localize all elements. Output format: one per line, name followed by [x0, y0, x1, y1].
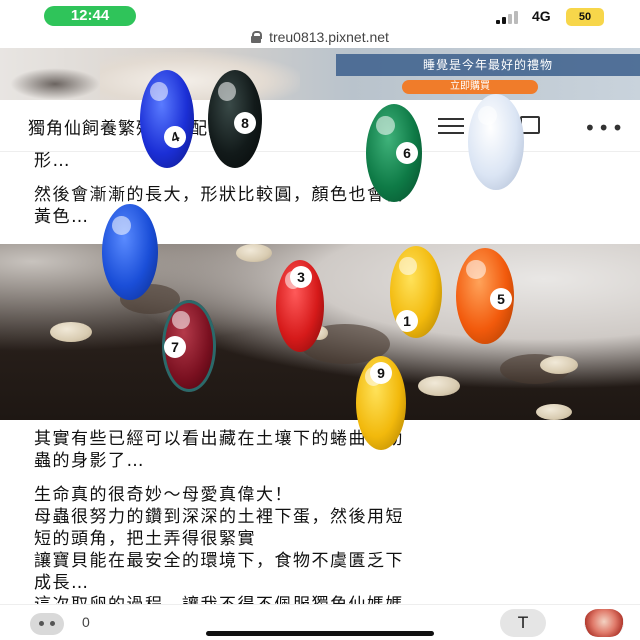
ball-number: 1: [396, 310, 418, 332]
paragraph-line: 生命真的很奇妙～母愛真偉大！: [34, 485, 293, 505]
billiard-ball-3: 3: [276, 260, 324, 352]
paragraph-line: 蟲的身影了…: [34, 451, 145, 471]
home-indicator[interactable]: [206, 631, 434, 636]
ball-number: 4: [160, 122, 190, 152]
ad-banner[interactable]: 睡覺是今年最好的禮物 立即購買: [0, 48, 640, 100]
egg: [536, 404, 572, 420]
network-label: 4G: [532, 8, 551, 24]
egg: [50, 322, 92, 342]
egg: [418, 376, 460, 396]
ad-image-shade: [10, 68, 100, 100]
ad-buy-button[interactable]: 立即購買: [402, 80, 538, 94]
billiard-ball-5: 5: [456, 248, 514, 344]
url-bar[interactable]: treu0813.pixnet.net: [0, 26, 640, 48]
like-count: 0: [82, 614, 90, 630]
ball-number: 8: [234, 112, 256, 134]
billiard-ball-4: 4: [140, 70, 194, 168]
status-time: 12:44: [44, 6, 136, 26]
avatar[interactable]: [584, 609, 624, 637]
paragraph-line: 然後會漸漸的長大，形狀比較圓，顏色也會偏: [34, 185, 404, 205]
billiard-ball-cue: [468, 94, 524, 190]
billiard-ball-1: 1: [390, 246, 442, 338]
billiard-ball-6: 6: [366, 104, 422, 202]
battery-icon: 50: [566, 8, 604, 26]
ad-image: [100, 52, 300, 100]
list-icon[interactable]: [438, 118, 464, 134]
ball-number: 5: [490, 288, 512, 310]
ball-number: 7: [164, 336, 186, 358]
url-text: treu0813.pixnet.net: [269, 29, 389, 45]
billiard-ball-blue: [102, 204, 158, 300]
paragraph-line: 讓寶貝能在最安全的環境下，食物不虞匱乏下: [34, 551, 404, 571]
billiard-ball-8: 8: [208, 70, 262, 168]
billiard-ball-9: 9: [356, 356, 406, 450]
like-icon[interactable]: [30, 613, 64, 635]
paragraph-line: 其實有些已經可以看出藏在土壤下的蜷曲小幼: [34, 429, 404, 449]
paragraph-line: 成長…: [34, 573, 90, 593]
lock-icon: [251, 31, 263, 43]
more-icon[interactable]: •••: [584, 116, 625, 140]
battery-level: 50: [578, 11, 592, 23]
ball-number: 9: [370, 362, 392, 384]
ball-number: 3: [290, 266, 312, 288]
egg: [540, 356, 578, 374]
paragraph-line: 形…: [34, 151, 71, 171]
paragraph-line: 短的頭角，把土弄得很緊實: [34, 529, 256, 549]
ad-slogan: 睡覺是今年最好的禮物: [336, 54, 640, 76]
billiard-ball-7: 7: [162, 300, 216, 392]
article-photo: [0, 244, 640, 420]
ball-number: 6: [396, 142, 418, 164]
signal-icon: [496, 10, 524, 24]
paragraph-line: 母蟲很努力的鑽到深深的土裡下蛋，然後用短: [34, 507, 404, 527]
font-size-button[interactable]: T: [500, 609, 546, 637]
bottom-bar: 0 T: [0, 604, 640, 640]
paragraph-line: 黃色…: [34, 207, 90, 227]
article-header: 獨角仙飼養繁殖分享配與… •••: [0, 100, 640, 152]
egg: [236, 244, 272, 262]
